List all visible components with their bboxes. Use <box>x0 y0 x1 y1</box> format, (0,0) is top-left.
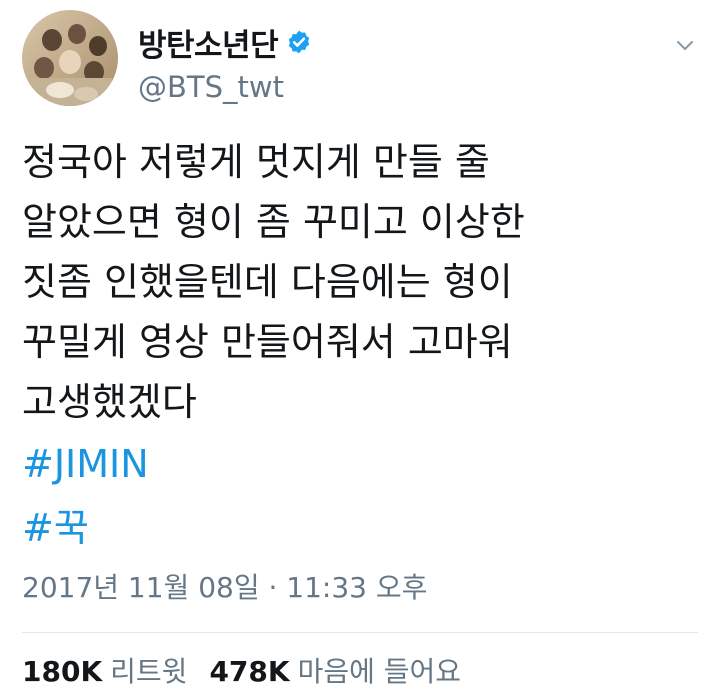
tweet-text-line: 알았으면 형이 좀 꾸미고 이상한 <box>22 200 525 244</box>
tweet-stats: 180K 리트윗 478K 마음에 들어요 <box>22 650 483 690</box>
retweets-label: 리트윗 <box>110 655 188 688</box>
tweet-card: 방탄소년단 @BTS_twt 정국아 저렇게 멋지게 만들 줄 알았으면 형이 … <box>0 0 720 696</box>
tweet-text-line: 꾸밀게 영상 만들어줘서 고마워 <box>22 320 513 364</box>
likes-stat[interactable]: 478K 마음에 들어요 <box>209 650 461 690</box>
chevron-down-icon[interactable] <box>674 34 696 56</box>
avatar[interactable] <box>22 10 118 106</box>
hashtag-link[interactable]: #꾹 <box>22 496 692 560</box>
tweet-body: 정국아 저렇게 멋지게 만들 줄 알았으면 형이 좀 꾸미고 이상한 짓좀 인했… <box>22 132 692 560</box>
retweets-count: 180K <box>22 655 103 688</box>
verified-badge-icon <box>286 29 312 55</box>
tweet-text-line: 정국아 저렇게 멋지게 만들 줄 <box>22 140 490 184</box>
display-name-row: 방탄소년단 <box>138 20 312 64</box>
tweet-header: 방탄소년단 @BTS_twt <box>22 10 720 110</box>
likes-count: 478K <box>209 655 290 688</box>
likes-label: 마음에 들어요 <box>297 655 462 688</box>
divider <box>22 632 698 633</box>
display-name[interactable]: 방탄소년단 <box>138 20 279 65</box>
avatar-image <box>22 10 118 106</box>
tweet-text-line: 고생했겠다 <box>22 380 197 424</box>
user-handle[interactable]: @BTS_twt <box>138 70 284 104</box>
tweet-timestamp[interactable]: 2017년 11월 08일 · 11:33 오후 <box>22 566 427 606</box>
retweets-stat[interactable]: 180K 리트윗 <box>22 650 187 690</box>
hashtag-link[interactable]: #JIMIN <box>22 432 692 496</box>
tweet-text-line: 짓좀 인했을텐데 다음에는 형이 <box>22 260 513 304</box>
